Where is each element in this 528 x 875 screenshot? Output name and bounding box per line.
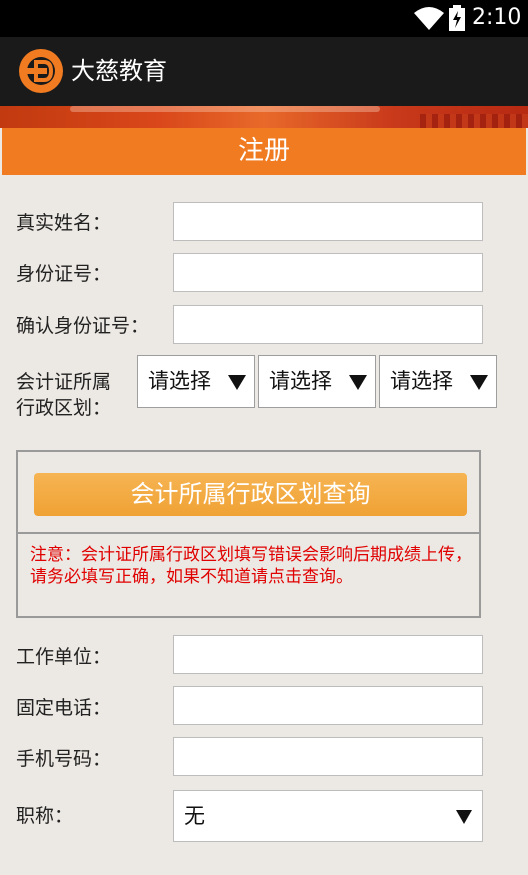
status-bar: 2:10	[0, 0, 528, 37]
job-title-label: 职称：	[16, 805, 74, 827]
region-query-panel: 会计所属行政区划查询 注意：会计证所属行政区划填写错误会影响后期成绩上传，请务必…	[16, 450, 481, 618]
region-label-line1: 会计证所属	[16, 371, 112, 393]
wifi-icon	[414, 7, 444, 30]
header-banner-image	[0, 106, 528, 128]
landline-input[interactable]	[173, 686, 483, 725]
battery-charging-icon	[449, 5, 465, 31]
notice-text: 注意：会计证所属行政区划填写错误会影响后期成绩上传，请务必填写正确，如果不知道请…	[30, 545, 472, 587]
job-title-select[interactable]: 无	[173, 790, 483, 842]
mobile-input[interactable]	[173, 737, 483, 776]
id-number-input[interactable]	[173, 253, 483, 292]
region-query-button[interactable]: 会计所属行政区划查询	[34, 473, 467, 516]
dc-logo-icon[interactable]	[18, 48, 64, 94]
confirm-id-input[interactable]	[173, 305, 483, 344]
action-bar: 大慈教育	[0, 37, 528, 106]
dropdown-arrow-icon	[349, 375, 367, 390]
dropdown-arrow-icon	[456, 810, 472, 824]
page-title: 注册	[2, 128, 526, 175]
district-select[interactable]: 请选择	[379, 355, 497, 408]
real-name-label: 真实姓名：	[16, 212, 112, 234]
id-number-label: 身份证号：	[16, 263, 112, 285]
province-select[interactable]: 请选择	[137, 355, 255, 408]
city-select-value: 请选择	[269, 369, 332, 393]
clock: 2:10	[472, 5, 522, 30]
landline-label: 固定电话：	[16, 697, 112, 719]
city-select[interactable]: 请选择	[258, 355, 376, 408]
dropdown-arrow-icon	[470, 375, 488, 390]
confirm-id-label: 确认身份证号：	[16, 315, 150, 337]
work-unit-input[interactable]	[173, 635, 483, 674]
divider	[18, 532, 479, 534]
app-title: 大慈教育	[71, 57, 167, 85]
district-select-value: 请选择	[390, 369, 453, 393]
dropdown-arrow-icon	[228, 375, 246, 390]
province-select-value: 请选择	[148, 369, 211, 393]
mobile-label: 手机号码：	[16, 748, 112, 770]
work-unit-label: 工作单位：	[16, 646, 112, 668]
region-label-line2: 行政区划：	[16, 397, 112, 419]
job-title-select-value: 无	[184, 804, 205, 828]
real-name-input[interactable]	[173, 202, 483, 241]
